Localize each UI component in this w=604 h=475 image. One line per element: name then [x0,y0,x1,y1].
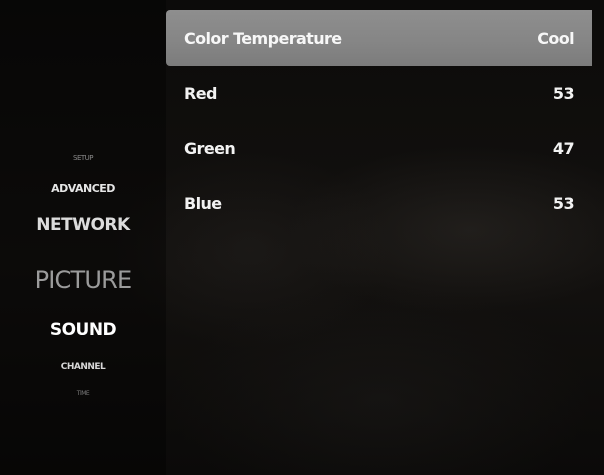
settings-category-menu: SETUP ADVANCED NETWORK PICTURE SOUND CHA… [0,0,166,475]
red-row[interactable]: Red 53 [166,65,592,121]
color-temperature-label: Color Temperature [184,28,342,48]
menu-item-channel[interactable]: CHANNEL [0,362,166,372]
color-temperature-row[interactable]: Color Temperature Cool [166,10,592,66]
blue-value: 53 [552,193,575,213]
green-row[interactable]: Green 47 [166,120,592,176]
tv-settings-screen: SETUP ADVANCED NETWORK PICTURE SOUND CHA… [0,0,604,475]
green-value: 47 [552,138,575,158]
green-label: Green [184,138,236,158]
blue-label: Blue [184,193,222,213]
red-value: 53 [552,83,575,103]
menu-item-setup[interactable]: SETUP [0,154,166,162]
menu-item-sound[interactable]: SOUND [0,320,166,340]
red-label: Red [184,83,217,103]
menu-item-picture[interactable]: PICTURE [0,266,166,294]
menu-item-time[interactable]: TIME [0,390,166,397]
menu-item-network[interactable]: NETWORK [0,215,166,235]
picture-settings-panel: Color Temperature Cool Red 53 Green 47 B… [166,10,604,475]
menu-item-advanced[interactable]: ADVANCED [0,182,166,195]
color-temperature-value: Cool [537,28,574,48]
blue-row[interactable]: Blue 53 [166,175,592,231]
